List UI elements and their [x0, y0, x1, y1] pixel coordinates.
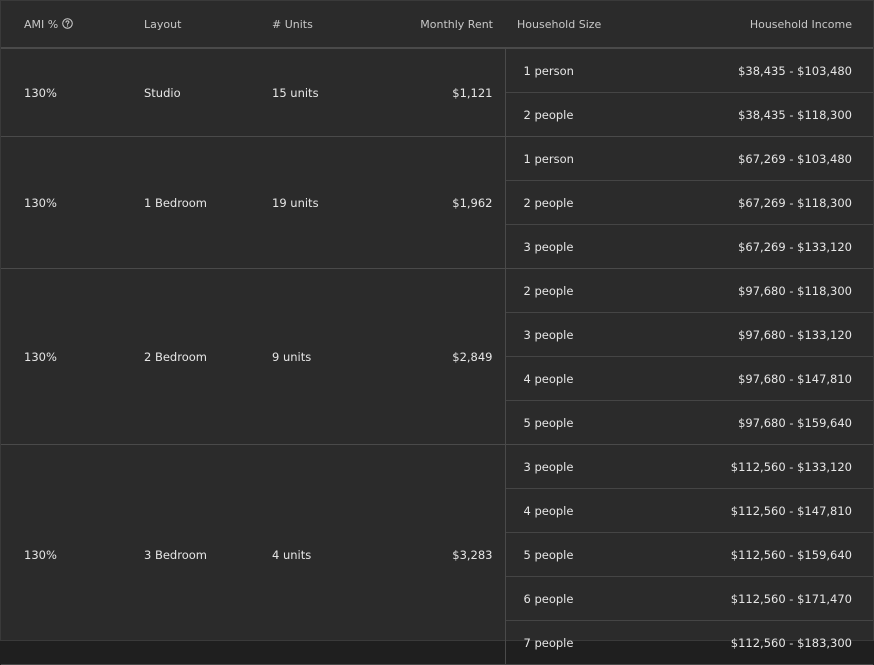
household-income-cell: $112,560 - $147,810	[659, 488, 873, 533]
ami-percent-cell: 130%	[1, 136, 120, 269]
household-income-cell: $97,680 - $133,120	[659, 312, 873, 357]
header-ami-label: AMI %	[24, 17, 59, 31]
household-size-cell: 3 people	[505, 224, 659, 269]
household-size-cell: 4 people	[505, 356, 659, 401]
household-size-cell: 3 people	[505, 444, 659, 489]
household-income-cell: $38,435 - $103,480	[659, 48, 873, 93]
monthly-rent-cell: $1,962	[353, 136, 506, 269]
ami-income-table: AMI % Layout # Units Monthly Rent Househ…	[1, 1, 873, 665]
table-row: 130% 1 Bedroom 19 units $1,962 1 person $67,2…	[1, 136, 873, 269]
table-body: 130% Studio 15 units $1,121 1 person $38,435 …	[1, 48, 873, 665]
household-size-cell: 1 person	[505, 136, 659, 181]
household-size-cell: 7 people	[505, 620, 659, 665]
layout-cell: 1 Bedroom	[120, 136, 249, 269]
household-size-cell: 4 people	[505, 488, 659, 533]
household-size-cell: 5 people	[505, 532, 659, 577]
monthly-rent-cell: $3,283	[353, 444, 506, 665]
household-size-cell: 2 people	[505, 92, 659, 137]
units-cell: 15 units	[249, 48, 353, 137]
household-income-cell: $38,435 - $118,300	[659, 92, 873, 137]
header-ami: AMI %	[1, 1, 120, 49]
household-income-cell: $112,560 - $159,640	[659, 532, 873, 577]
table-row: 130% 3 Bedroom 4 units $3,283 3 people $112,5…	[1, 444, 873, 665]
household-income-cell: $67,269 - $103,480	[659, 136, 873, 181]
units-cell: 19 units	[249, 136, 353, 269]
ami-percent-cell: 130%	[1, 268, 120, 445]
layout-cell: Studio	[120, 48, 249, 137]
monthly-rent-cell: $1,121	[353, 48, 506, 137]
units-cell: 4 units	[249, 444, 353, 665]
header-household-income: Household Income	[659, 1, 873, 49]
monthly-rent-cell: $2,849	[353, 268, 506, 445]
household-income-cell: $67,269 - $118,300	[659, 180, 873, 225]
header-monthly-rent: Monthly Rent	[353, 1, 505, 49]
household-size-cell: 6 people	[505, 576, 659, 621]
header-household-size: Household Size	[505, 1, 659, 49]
layout-cell: 2 Bedroom	[120, 268, 249, 445]
ami-table-container: AMI % Layout # Units Monthly Rent Househ…	[0, 0, 874, 665]
table-row: 130% 2 Bedroom 9 units $2,849 2 people $97,68…	[1, 268, 873, 445]
household-size-cell: 2 people	[505, 268, 659, 313]
ami-percent-cell: 130%	[1, 48, 120, 137]
household-income-cell: $112,560 - $171,470	[659, 576, 873, 621]
table-header: AMI % Layout # Units Monthly Rent Househ…	[1, 1, 873, 49]
header-row: AMI % Layout # Units Monthly Rent Househ…	[1, 1, 873, 49]
household-size-cell: 3 people	[505, 312, 659, 357]
household-size-cell: 1 person	[505, 48, 659, 93]
household-size-cell: 2 people	[505, 180, 659, 225]
layout-cell: 3 Bedroom	[120, 444, 249, 665]
household-income-cell: $97,680 - $159,640	[659, 400, 873, 445]
header-layout: Layout	[120, 1, 249, 49]
table-row: 130% Studio 15 units $1,121 1 person $38,435 …	[1, 48, 873, 137]
household-income-cell: $67,269 - $133,120	[659, 224, 873, 269]
household-income-cell: $97,680 - $147,810	[659, 356, 873, 401]
household-income-cell: $97,680 - $118,300	[659, 268, 873, 313]
question-circle-icon[interactable]	[62, 17, 73, 29]
header-units: # Units	[249, 1, 353, 49]
ami-percent-cell: 130%	[1, 444, 120, 665]
household-size-cell: 5 people	[505, 400, 659, 445]
units-cell: 9 units	[249, 268, 353, 445]
household-income-cell: $112,560 - $183,300	[659, 620, 873, 665]
household-income-cell: $112,560 - $133,120	[659, 444, 873, 489]
